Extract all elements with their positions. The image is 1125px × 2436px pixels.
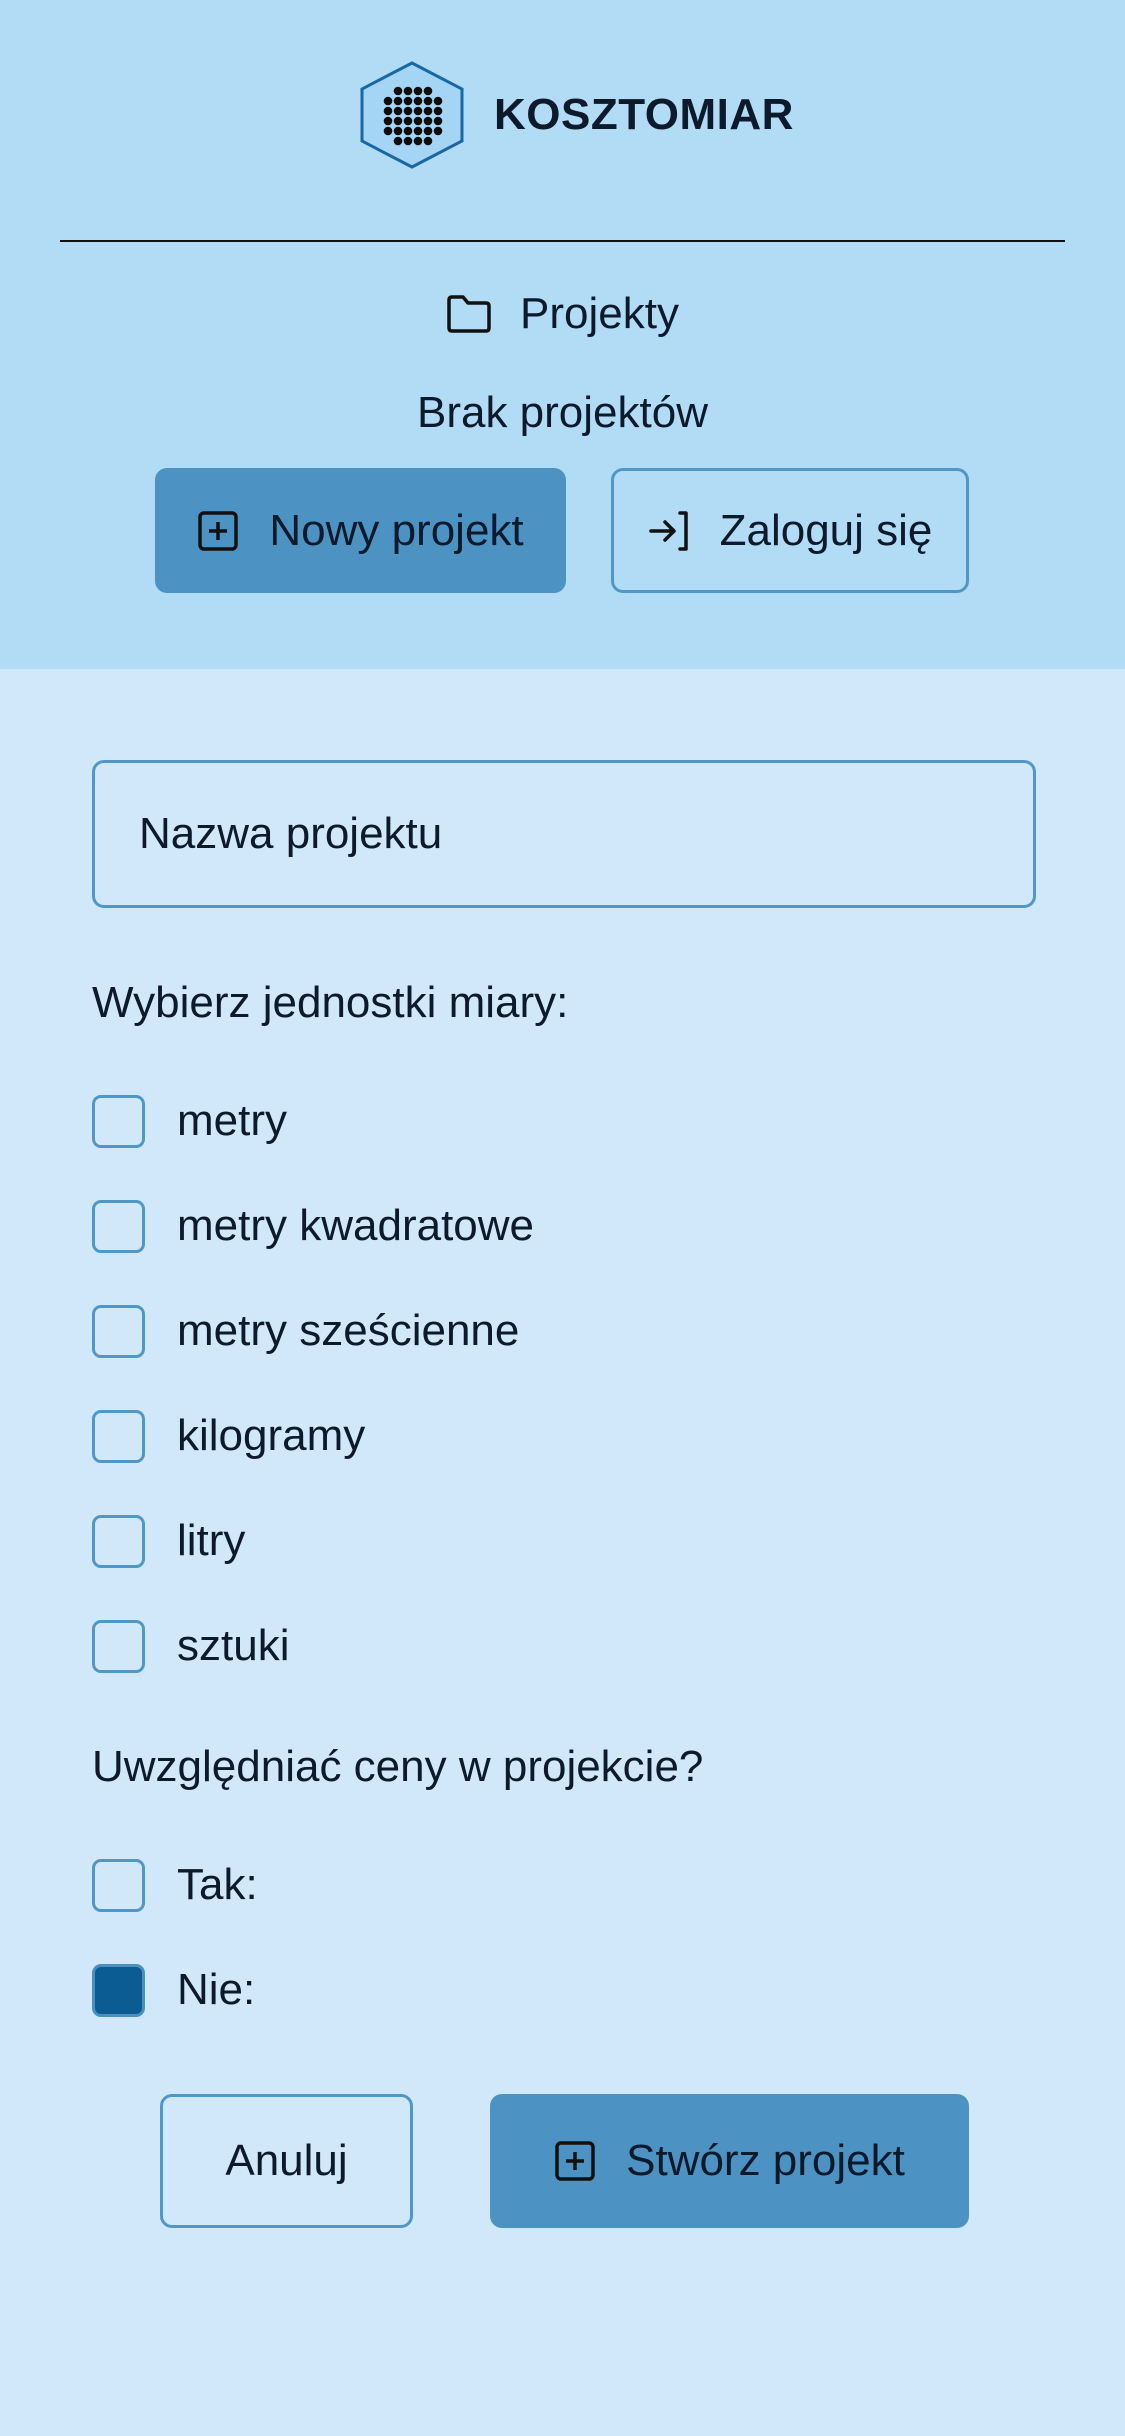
project-name-input[interactable] [92,760,1036,908]
new-project-button[interactable]: Nowy projekt [155,468,566,593]
app-header: KOSZTOMIAR Projekty Brak projektów Nowy … [0,0,1125,669]
projects-nav-label: Projekty [520,289,679,338]
prices-checkbox[interactable] [92,1858,145,1912]
units-section-label: Wybierz jednostki miary: [92,978,569,1027]
unit-option-metry[interactable]: metry [92,1093,287,1149]
login-button[interactable]: Zaloguj się [611,468,969,593]
prices-option-yes[interactable]: Tak: [92,1857,258,1913]
prices-option-label: Tak: [177,1860,258,1909]
empty-projects-message: Brak projektów [416,388,708,437]
unit-checkbox[interactable] [92,1514,145,1568]
unit-option-label: kilogramy [177,1411,366,1460]
header-divider [60,240,1065,242]
login-label: Zaloguj się [719,505,933,555]
login-arrow-icon [648,510,688,551]
unit-option-label: litry [177,1516,246,1565]
unit-option-kilogramy[interactable]: kilogramy [92,1408,365,1464]
new-project-label: Nowy projekt [269,505,524,555]
folder-icon [447,295,491,333]
brand-name: KOSZTOMIAR [494,90,794,139]
unit-option-litry[interactable]: litry [92,1513,245,1569]
unit-option-label: sztuki [177,1621,290,1670]
unit-checkbox[interactable] [92,1304,145,1358]
unit-option-metry-kwadratowe[interactable]: metry kwadratowe [92,1198,534,1254]
prices-option-no[interactable]: Nie: [92,1962,255,2018]
unit-option-sztuki[interactable]: sztuki [92,1618,289,1674]
unit-option-label: metry kwadratowe [177,1201,535,1250]
create-project-button[interactable]: Stwórz projekt [490,2094,969,2228]
unit-checkbox[interactable] [92,1409,145,1463]
prices-option-label: Nie: [177,1965,256,2014]
projects-nav-link[interactable]: Projekty [0,282,1125,346]
unit-option-label: metry sześcienne [177,1306,520,1355]
plus-square-icon [555,2141,595,2181]
create-project-label: Stwórz projekt [626,2136,905,2185]
plus-square-icon [198,510,239,551]
unit-checkbox[interactable] [92,1094,145,1148]
unit-option-label: metry [177,1096,287,1145]
hexagon-dots-icon [360,61,464,169]
unit-option-metry-szescienne[interactable]: metry sześcienne [92,1303,519,1359]
prices-section-label: Uwzględniać ceny w projekcie? [92,1742,704,1791]
unit-checkbox[interactable] [92,1619,145,1673]
prices-checkbox[interactable] [92,1963,145,2017]
unit-checkbox[interactable] [92,1199,145,1253]
brand[interactable]: KOSZTOMIAR [356,60,794,170]
cancel-button[interactable]: Anuluj [160,2094,413,2228]
cancel-label: Anuluj [225,2136,348,2185]
